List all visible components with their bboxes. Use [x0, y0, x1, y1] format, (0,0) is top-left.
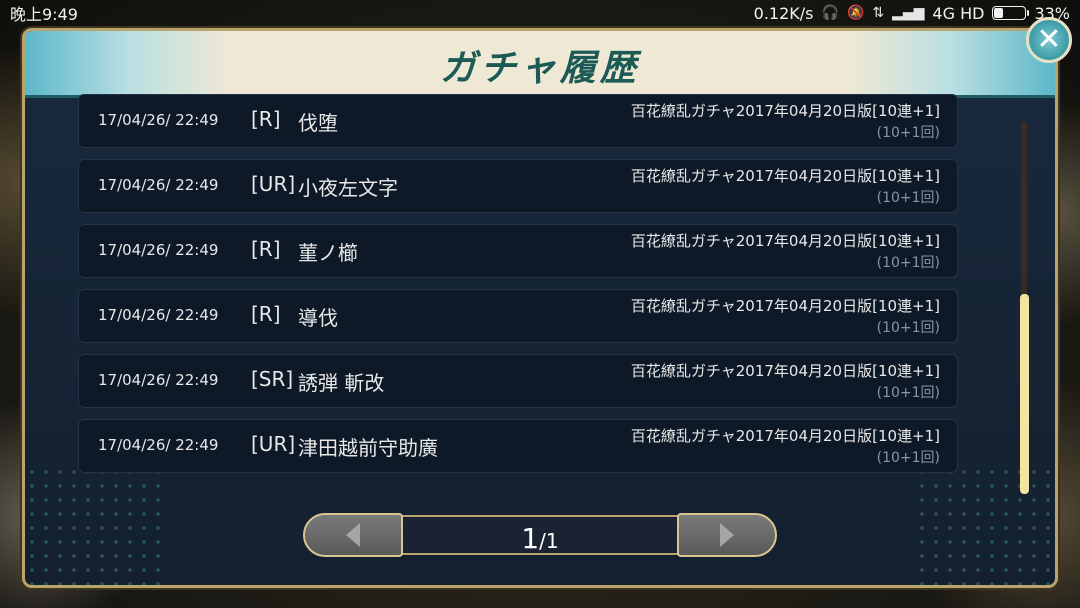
page-current: 1 — [521, 522, 540, 555]
scrollbar-thumb[interactable] — [1020, 294, 1029, 494]
row-date: 17/04/26/ 22:49 — [98, 436, 219, 454]
row-item-name: 誘弾 斬改 — [298, 371, 385, 395]
row-rarity: [R] — [251, 107, 281, 131]
history-row[interactable]: 17/04/26/ 22:49 [R] 伐堕 百花繚乱ガチャ2017年04月20… — [78, 94, 958, 148]
row-item-name: 導伐 — [298, 306, 338, 330]
row-gacha-name: 百花繚乱ガチャ2017年04月20日版[10連+1] — [630, 362, 940, 380]
page-indicator: 1/1 — [363, 522, 717, 555]
mute-icon: 🔕 — [846, 5, 865, 21]
history-row[interactable]: 17/04/26/ 22:49 [R] 導伐 百花繚乱ガチャ2017年04月20… — [78, 289, 958, 343]
row-date: 17/04/26/ 22:49 — [98, 241, 219, 259]
row-gacha-name: 百花繚乱ガチャ2017年04月20日版[10連+1] — [630, 427, 940, 445]
row-gacha-name: 百花繚乱ガチャ2017年04月20日版[10連+1] — [630, 102, 940, 120]
headphones-icon: 🎧 — [821, 5, 839, 21]
dialog-title: ガチャ履歴 — [440, 47, 640, 89]
row-date: 17/04/26/ 22:49 — [98, 306, 219, 324]
row-rarity: [UR] — [251, 432, 296, 456]
row-gacha-name: 百花繚乱ガチャ2017年04月20日版[10連+1] — [630, 232, 940, 250]
chevron-right-icon — [720, 523, 734, 547]
status-time: 晚上9:49 — [10, 5, 78, 24]
status-bar: 晚上9:49 0.12K/s 🎧 🔕 ⇅ ▂▄▆ 4G HD 33% — [0, 0, 1080, 26]
row-rarity: [R] — [251, 302, 281, 326]
history-row[interactable]: 17/04/26/ 22:49 [UR] 津田越前守助廣 百花繚乱ガチャ2017… — [78, 419, 958, 473]
history-row[interactable]: 17/04/26/ 22:49 [SR] 誘弾 斬改 百花繚乱ガチャ2017年0… — [78, 354, 958, 408]
prev-page-button[interactable] — [303, 513, 403, 557]
signal-icon: ▂▄▆ — [892, 5, 925, 21]
row-pull-count: (10+1回) — [876, 320, 940, 336]
row-date: 17/04/26/ 22:49 — [98, 111, 219, 129]
history-list[interactable]: 17/04/26/ 22:49 [R] 伐堕 百花繚乱ガチャ2017年04月20… — [78, 94, 958, 490]
row-item-name: 小夜左文字 — [298, 176, 398, 200]
row-gacha-name: 百花繚乱ガチャ2017年04月20日版[10連+1] — [630, 167, 940, 185]
row-item-name: 菫ノ櫛 — [298, 241, 358, 265]
page-indicator-bar: 1/1 — [363, 515, 717, 555]
close-button[interactable]: ✕ — [1026, 17, 1072, 63]
history-row[interactable]: 17/04/26/ 22:49 [UR] 小夜左文字 百花繚乱ガチャ2017年0… — [78, 159, 958, 213]
battery-icon — [992, 6, 1030, 20]
row-pull-count: (10+1回) — [876, 255, 940, 271]
row-rarity: [UR] — [251, 172, 296, 196]
next-page-button[interactable] — [677, 513, 777, 557]
data-transfer-icon: ⇅ — [872, 5, 885, 21]
row-date: 17/04/26/ 22:49 — [98, 176, 219, 194]
row-rarity: [R] — [251, 237, 281, 261]
page-total: /1 — [539, 529, 559, 553]
row-item-name: 伐堕 — [298, 111, 338, 135]
row-pull-count: (10+1回) — [876, 125, 940, 141]
chevron-left-icon — [346, 523, 360, 547]
dialog-header: ガチャ履歴 — [25, 31, 1055, 98]
net-speed: 0.12K/s — [753, 3, 814, 23]
row-date: 17/04/26/ 22:49 — [98, 371, 219, 389]
row-item-name: 津田越前守助廣 — [298, 436, 438, 460]
row-rarity: [SR] — [251, 367, 294, 391]
battery-fill — [994, 8, 1004, 18]
row-gacha-name: 百花繚乱ガチャ2017年04月20日版[10連+1] — [630, 297, 940, 315]
network-type: 4G HD — [932, 3, 985, 23]
row-pull-count: (10+1回) — [876, 190, 940, 206]
row-pull-count: (10+1回) — [876, 450, 940, 466]
history-row[interactable]: 17/04/26/ 22:49 [R] 菫ノ櫛 百花繚乱ガチャ2017年04月2… — [78, 224, 958, 278]
pagination: 1/1 — [303, 513, 777, 557]
status-right: 0.12K/s 🎧 🔕 ⇅ ▂▄▆ 4G HD 33% — [754, 4, 1070, 23]
row-pull-count: (10+1回) — [876, 385, 940, 401]
close-icon: ✕ — [1036, 22, 1062, 57]
